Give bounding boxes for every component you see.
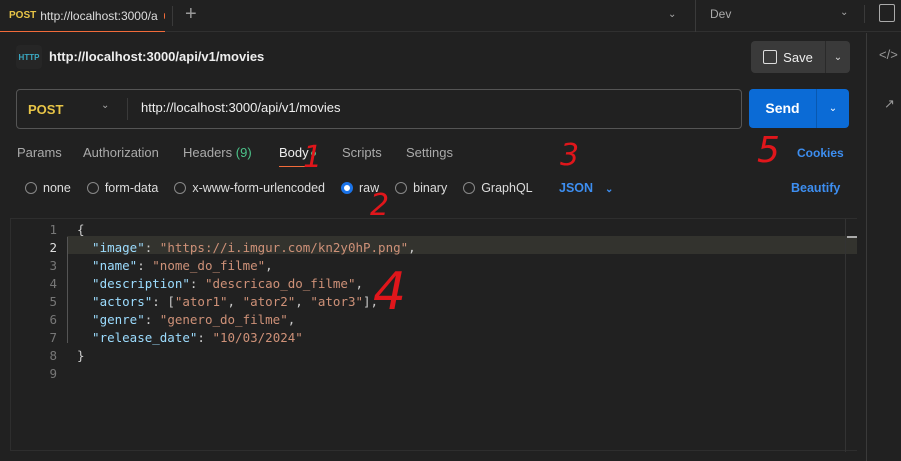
- code-token: {: [77, 222, 85, 237]
- code-token: }: [77, 348, 85, 363]
- request-tab-title: http://localhost:3000/a: [40, 8, 158, 23]
- environment-select[interactable]: Dev ⌄: [710, 7, 850, 21]
- url-input[interactable]: [141, 100, 731, 115]
- code-token: "genre": [77, 312, 145, 327]
- send-button[interactable]: Send: [749, 89, 817, 128]
- code-token: "ator3": [310, 294, 364, 309]
- method-select[interactable]: POST ⌄: [17, 90, 127, 128]
- annotation-4: 4: [373, 262, 407, 322]
- code-line: "description": "descricao_do_filme",: [77, 276, 363, 291]
- indent-guide: [67, 237, 68, 343]
- code-token: "name": [77, 258, 138, 273]
- code-token: "description": [77, 276, 190, 291]
- right-sidebar-divider: [866, 33, 867, 461]
- line-number: 3: [49, 258, 57, 273]
- headers-count: (9): [235, 145, 252, 160]
- line-number: 8: [49, 348, 57, 363]
- code-token: :: [144, 312, 160, 327]
- line-number: 4: [49, 276, 57, 291]
- tab-bar: POST http://localhost:3000/a + ⌄ Dev ⌄: [0, 0, 901, 32]
- code-editor[interactable]: 1 {2 "image": "https://i.imgur.com/kn2y0h…: [10, 218, 857, 452]
- line-number: 6: [49, 312, 57, 327]
- tab-authorization[interactable]: Authorization: [83, 145, 159, 160]
- divider: [127, 98, 128, 120]
- tabs-dropdown-chevron-icon[interactable]: ⌄: [668, 9, 676, 20]
- line-number: 2: [49, 240, 57, 255]
- code-line: }: [77, 348, 85, 363]
- code-token: ,: [265, 258, 273, 273]
- code-line: "release_date": "10/03/2024": [77, 330, 303, 345]
- code-token: "nome_do_filme": [152, 258, 266, 273]
- annotation-3: 3: [560, 138, 580, 173]
- code-token: ,: [355, 276, 363, 291]
- divider: [172, 6, 173, 26]
- environment-quick-look-icon[interactable]: [879, 4, 895, 22]
- code-token: ,: [287, 312, 296, 327]
- url-bar: POST ⌄: [16, 89, 742, 129]
- code-token: "descricao_do_filme": [204, 276, 356, 291]
- code-token: "https://i.imgur.com/kn2y0hP.png": [159, 240, 409, 255]
- save-button[interactable]: Save: [751, 41, 826, 73]
- code-token: "release_date": [77, 330, 198, 345]
- request-tab[interactable]: POST http://localhost:3000/a: [0, 0, 165, 32]
- save-icon: [763, 50, 778, 64]
- divider: [695, 0, 696, 32]
- code-token: ,: [295, 294, 311, 309]
- save-options-chevron-icon[interactable]: ⌄: [826, 52, 850, 63]
- format-select[interactable]: JSON ⌄: [559, 181, 613, 195]
- radio-none[interactable]: none: [25, 181, 71, 195]
- code-token: "10/03/2024": [212, 330, 303, 345]
- code-token: :: [144, 240, 160, 255]
- tab-scripts[interactable]: Scripts: [342, 145, 382, 160]
- code-token: :: [137, 258, 153, 273]
- http-icon: HTTP: [16, 45, 42, 69]
- beautify-button[interactable]: Beautify: [791, 181, 840, 195]
- line-number: 7: [49, 330, 57, 345]
- line-number: 1: [49, 222, 57, 237]
- line-number: 9: [49, 366, 57, 381]
- code-token: "genero_do_filme": [159, 312, 288, 327]
- annotation-5: 5: [757, 130, 780, 171]
- editor-scrollbar[interactable]: [845, 219, 857, 452]
- tab-settings[interactable]: Settings: [406, 145, 453, 160]
- send-button-group: Send ⌄: [749, 89, 849, 128]
- save-button-group: Save ⌄: [751, 41, 850, 73]
- related-collections-icon[interactable]: ↗: [884, 96, 895, 112]
- code-token: "ator1": [174, 294, 228, 309]
- code-line: "actors": ["ator1", "ator2", "ator3"],: [77, 294, 378, 309]
- tab-params[interactable]: Params: [17, 145, 62, 160]
- code-token: : [: [152, 294, 175, 309]
- code-snippet-icon[interactable]: </>: [879, 47, 898, 62]
- new-tab-button[interactable]: +: [185, 3, 197, 26]
- code-token: ,: [227, 294, 243, 309]
- radio-graphql[interactable]: GraphQL: [463, 181, 533, 195]
- code-line: {: [77, 222, 85, 237]
- body-type-selector: none form-data x-www-form-urlencoded raw…: [25, 181, 549, 195]
- code-line: "genre": "genero_do_filme",: [77, 312, 295, 327]
- code-token: "actors": [77, 294, 153, 309]
- code-token: "image": [77, 240, 145, 255]
- line-number: 5: [49, 294, 57, 309]
- code-line: "image": "https://i.imgur.com/kn2y0hP.pn…: [77, 240, 416, 255]
- cookies-link[interactable]: Cookies: [797, 146, 844, 160]
- code-token: "ator2": [242, 294, 296, 309]
- tab-headers[interactable]: Headers (9): [183, 145, 252, 160]
- radio-binary[interactable]: binary: [395, 181, 447, 195]
- chevron-down-icon: ⌄: [101, 100, 110, 111]
- unsaved-dot: [163, 12, 165, 19]
- code-token: ,: [408, 240, 416, 255]
- annotation-2: 2: [370, 188, 390, 223]
- annotation-1: 1: [303, 140, 323, 175]
- request-name[interactable]: http://localhost:3000/api/v1/movies: [49, 49, 264, 64]
- radio-x-www-form-urlencoded[interactable]: x-www-form-urlencoded: [174, 181, 325, 195]
- divider: [864, 5, 865, 23]
- send-options-chevron-icon[interactable]: ⌄: [817, 103, 849, 114]
- code-line: "name": "nome_do_filme",: [77, 258, 273, 273]
- code-token: :: [197, 330, 213, 345]
- radio-form-data[interactable]: form-data: [86, 181, 158, 195]
- code-token: :: [189, 276, 205, 291]
